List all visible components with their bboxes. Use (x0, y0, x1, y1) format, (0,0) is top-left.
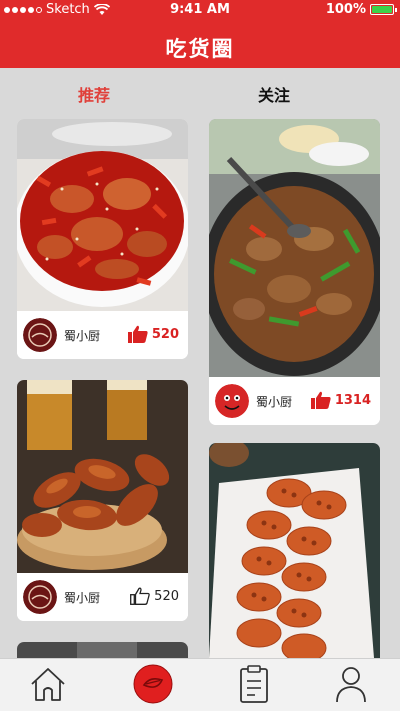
status-bar: Sketch 9:41 AM 100% (0, 0, 400, 20)
post-card[interactable]: 蜀小厨 520 (17, 119, 188, 359)
food-photo (17, 119, 188, 311)
like-count: 520 (151, 326, 179, 342)
user-icon[interactable] (334, 665, 368, 705)
battery-label: 100% (325, 2, 366, 17)
clipboard-icon[interactable] (238, 665, 272, 705)
food-photo (209, 443, 380, 658)
post-card[interactable] (17, 642, 188, 658)
like-count: 520 (154, 588, 179, 604)
food-photo (17, 380, 188, 573)
author-name[interactable]: 蜀小厨 (256, 393, 292, 410)
header: Sketch 9:41 AM 100% 吃货圈 (0, 0, 400, 68)
battery-icon (370, 4, 397, 15)
card-footer: 蜀小厨 520 (17, 311, 188, 359)
tab-follow[interactable]: 关注 (258, 82, 290, 106)
like-button[interactable]: 1314 (310, 391, 371, 409)
feed-tabs: 推荐 关注 (0, 68, 400, 118)
avatar[interactable] (23, 318, 57, 352)
avatar[interactable] (215, 384, 249, 418)
card-footer: 蜀小厨 520 (17, 573, 188, 621)
post-card[interactable] (209, 443, 380, 658)
bottom-tab-bar (0, 658, 400, 711)
card-footer: 蜀小厨 1314 (209, 377, 380, 425)
thumbs-up-icon (310, 391, 331, 409)
tab-recommend[interactable]: 推荐 (78, 82, 110, 106)
thumbs-up-outline-icon (130, 587, 150, 605)
thumbs-up-icon (127, 325, 148, 343)
discover-icon[interactable] (133, 664, 173, 704)
food-photo (17, 642, 188, 658)
home-icon[interactable] (29, 665, 67, 703)
author-name[interactable]: 蜀小厨 (64, 327, 100, 344)
page-title: 吃货圈 (165, 37, 235, 61)
status-right: 100% (325, 2, 397, 17)
like-button[interactable]: 520 (127, 325, 179, 343)
avatar[interactable] (23, 580, 57, 614)
post-card[interactable]: 蜀小厨 1314 (209, 119, 380, 425)
like-count: 1314 (334, 392, 371, 408)
food-photo (209, 119, 380, 377)
like-button[interactable]: 520 (130, 587, 179, 605)
post-card[interactable]: 蜀小厨 520 (17, 380, 188, 621)
author-name[interactable]: 蜀小厨 (64, 589, 100, 606)
